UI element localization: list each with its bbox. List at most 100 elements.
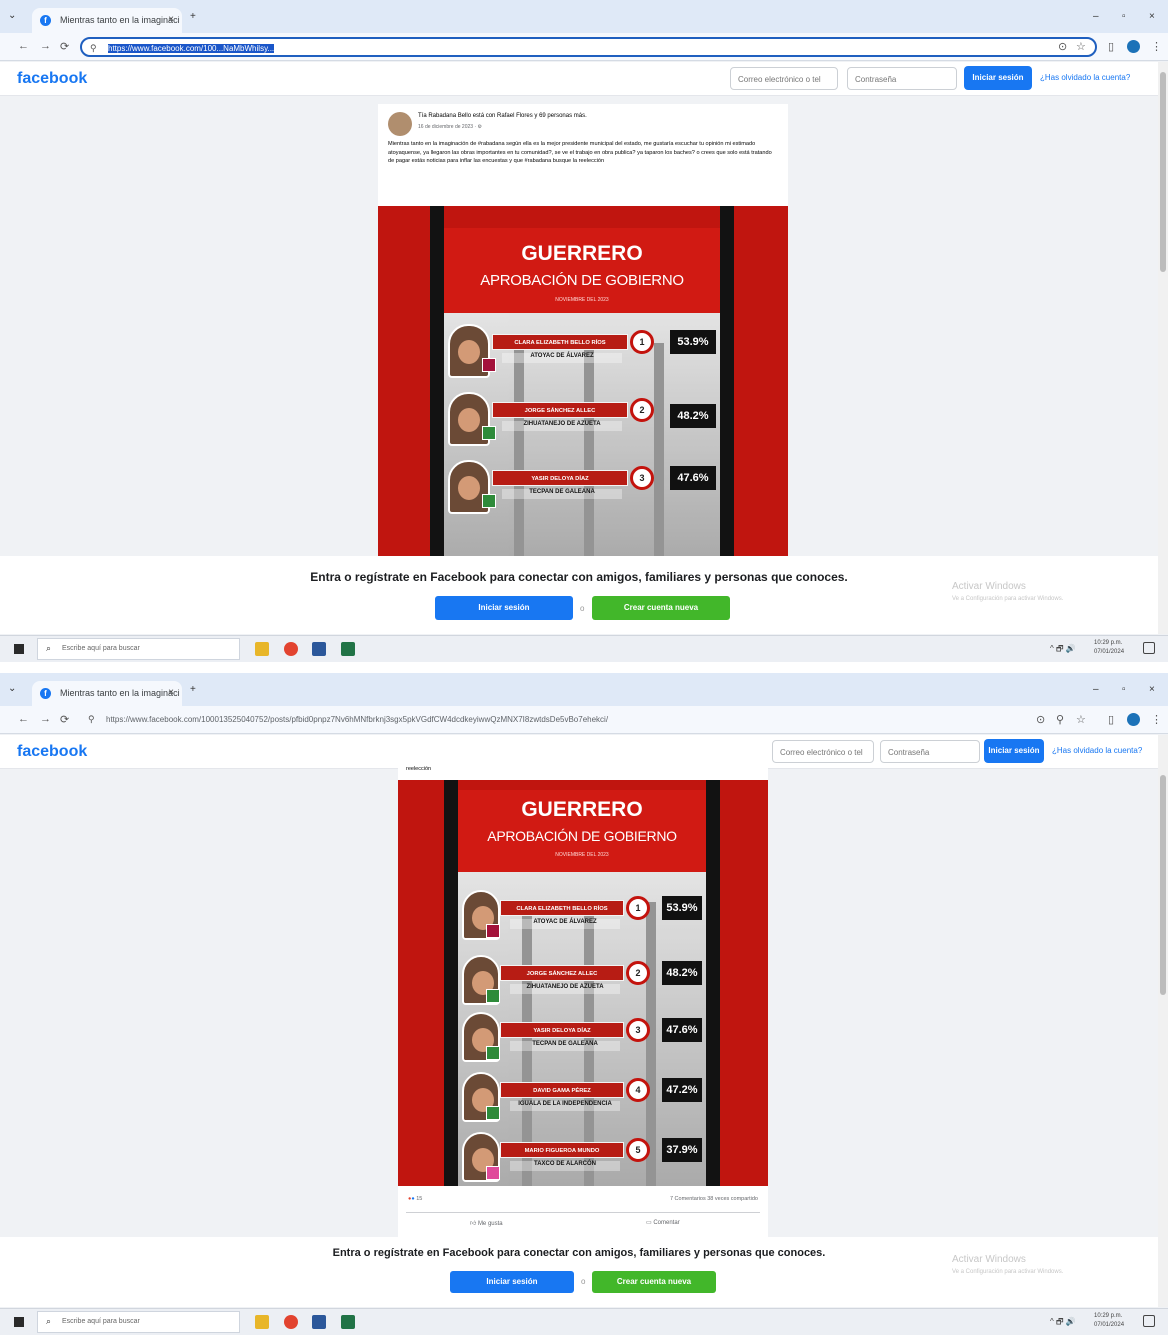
bookmark-star-icon[interactable]: ☆ (1076, 40, 1086, 53)
lens-icon[interactable]: ⊙ (1036, 713, 1045, 726)
address-bar[interactable]: ⚲ https://www.facebook.com/1000135250407… (80, 710, 1097, 730)
forward-button[interactable]: → (40, 713, 51, 725)
url-text: https://www.facebook.com/100...NaMbWhils… (108, 44, 275, 53)
infographic-image[interactable]: GUERRERO APROBACIÓN DE GOBIERNO NOVIEMBR… (398, 780, 768, 1186)
taskbar-clock[interactable]: 10:29 p.m. 07/01/2024 (1094, 1312, 1124, 1330)
reactions-summary[interactable]: ●● 15 (408, 1196, 422, 1202)
reload-button[interactable]: ⟳ (60, 713, 69, 726)
notification-icon[interactable] (1143, 642, 1155, 654)
party-logo-icon (486, 924, 500, 938)
browser-tab[interactable]: f Mientras tanto en la imaginaci × (32, 681, 182, 706)
email-field[interactable]: Correo electrónico o tel (730, 67, 838, 90)
taskbar-search-placeholder: Escribe aquí para buscar (62, 645, 140, 652)
minimize-button[interactable]: – (1093, 11, 1099, 22)
party-logo-icon (486, 1046, 500, 1060)
tab-search-icon[interactable]: ⌄ (8, 10, 16, 21)
like-reaction-icon: ● (411, 1196, 415, 1202)
ranking-row: JORGE SÁNCHEZ ALLEC 2 48.2% ZIHUATANEJO … (444, 392, 720, 452)
back-button[interactable]: ← (18, 713, 29, 725)
profile-avatar[interactable] (1127, 40, 1140, 53)
black-side-bar (706, 780, 720, 1186)
word-icon[interactable] (312, 642, 326, 656)
zoom-icon[interactable]: ⚲ (1056, 713, 1064, 726)
forgot-account-link[interactable]: ¿Has olvidado la cuenta? (1052, 746, 1142, 755)
scrollbar-thumb[interactable] (1160, 72, 1166, 272)
taskbar-search[interactable]: ⌕ Escribe aquí para buscar (37, 1311, 240, 1333)
login-button[interactable]: Iniciar sesión (984, 739, 1044, 763)
post-author[interactable]: Tía Rabadana Bello está con Rafael Flore… (418, 113, 587, 119)
party-logo-icon (482, 494, 496, 508)
municipality-label: IGUALA DE LA INDEPENDENCIA (510, 1101, 620, 1111)
windows-start-icon[interactable] (14, 644, 24, 654)
reload-button[interactable]: ⟳ (60, 40, 69, 53)
infographic-header: GUERRERO APROBACIÓN DE GOBIERNO NOVIEMBR… (458, 790, 706, 872)
forgot-account-link[interactable]: ¿Has olvidado la cuenta? (1040, 73, 1130, 82)
sidepanel-icon[interactable]: ▯ (1108, 40, 1114, 53)
new-tab-button[interactable]: + (190, 684, 196, 695)
system-tray-icons[interactable]: ^ 🗗 🔊 (1050, 643, 1076, 657)
taskbar-clock[interactable]: 10:29 p.m. 07/01/2024 (1094, 639, 1124, 657)
comments-shares-count[interactable]: 7 Comentarios 38 veces compartido (670, 1196, 758, 1202)
prompt-login-button[interactable]: Iniciar sesión (450, 1271, 574, 1293)
excel-icon[interactable] (341, 642, 355, 656)
system-tray-icons[interactable]: ^ 🗗 🔊 (1050, 1316, 1076, 1330)
login-button[interactable]: Iniciar sesión (964, 66, 1032, 90)
maximize-button[interactable]: ▫ (1122, 684, 1126, 695)
post-date[interactable]: 16 de diciembre de 2023 · ⚙ (418, 124, 482, 130)
taskbar-search[interactable]: ⌕ Escribe aquí para buscar (37, 638, 240, 660)
prompt-login-button[interactable]: Iniciar sesión (435, 596, 573, 620)
excel-icon[interactable] (341, 1315, 355, 1329)
tab-strip: ⌄ f Mientras tanto en la imaginaci × + –… (0, 0, 1168, 33)
email-field[interactable]: Correo electrónico o tel (772, 740, 874, 763)
watermark-subtitle: Ve a Configuración para activar Windows. (952, 596, 1064, 602)
menu-kebab-icon[interactable]: ⋮ (1151, 40, 1162, 53)
site-info-icon[interactable]: ⚲ (88, 714, 95, 725)
file-explorer-icon[interactable] (255, 642, 269, 656)
party-logo-icon (482, 358, 496, 372)
scrollbar-thumb[interactable] (1160, 775, 1166, 995)
forward-button[interactable]: → (40, 40, 51, 52)
file-explorer-icon[interactable] (255, 1315, 269, 1329)
ranking-row: DAVID GAMA PÉREZ 4 47.2% IGUALA DE LA IN… (458, 1072, 706, 1132)
password-field[interactable]: Contraseña (880, 740, 980, 763)
site-info-icon[interactable]: ⚲ (90, 43, 97, 54)
author-avatar[interactable] (388, 112, 412, 136)
notification-icon[interactable] (1143, 1315, 1155, 1327)
address-bar[interactable]: ⚲ https://www.facebook.com/100...NaMbWhi… (80, 37, 1097, 57)
facebook-logo[interactable]: facebook (17, 70, 87, 88)
windows-start-icon[interactable] (14, 1317, 24, 1327)
facebook-logo[interactable]: facebook (17, 743, 87, 761)
infographic-subtitle: APROBACIÓN DE GOBIERNO (487, 828, 677, 844)
minimize-button[interactable]: – (1093, 684, 1099, 695)
comment-button[interactable]: ▭ Comentar (646, 1219, 680, 1226)
close-window-button[interactable]: × (1149, 684, 1155, 695)
page-scrollbar[interactable] (1158, 62, 1168, 634)
create-account-button[interactable]: Crear cuenta nueva (592, 1271, 716, 1293)
chrome-icon[interactable] (284, 642, 298, 656)
lens-icon[interactable]: ⊙ (1058, 40, 1067, 53)
password-field[interactable]: Contraseña (847, 67, 957, 90)
new-tab-button[interactable]: + (190, 11, 196, 22)
tab-close-icon[interactable]: × (168, 687, 174, 698)
page-scrollbar[interactable] (1158, 735, 1168, 1307)
menu-kebab-icon[interactable]: ⋮ (1151, 713, 1162, 726)
rank-badge: 3 (630, 466, 654, 490)
municipality-label: TECPAN DE GALEANA (510, 1041, 620, 1051)
back-button[interactable]: ← (18, 40, 29, 52)
like-button[interactable]: 👍︎ Me gusta (470, 1219, 503, 1227)
profile-avatar[interactable] (1127, 713, 1140, 726)
sidepanel-icon[interactable]: ▯ (1108, 713, 1114, 726)
tab-close-icon[interactable]: × (168, 14, 174, 25)
screenshot-bottom: ⌄ f Mientras tanto en la imaginaci × + –… (0, 673, 1168, 1335)
tab-search-icon[interactable]: ⌄ (8, 683, 16, 694)
create-account-button[interactable]: Crear cuenta nueva (592, 596, 730, 620)
infographic-image[interactable]: GUERRERO APROBACIÓN DE GOBIERNO NOVIEMBR… (378, 206, 788, 556)
close-window-button[interactable]: × (1149, 11, 1155, 22)
maximize-button[interactable]: ▫ (1122, 11, 1126, 22)
bookmark-star-icon[interactable]: ☆ (1076, 713, 1086, 726)
clock-date: 07/01/2024 (1094, 649, 1125, 655)
municipality-label: ATOYAC DE ÁLVAREZ (502, 353, 622, 363)
browser-tab[interactable]: f Mientras tanto en la imaginaci × (32, 8, 182, 33)
word-icon[interactable] (312, 1315, 326, 1329)
chrome-icon[interactable] (284, 1315, 298, 1329)
